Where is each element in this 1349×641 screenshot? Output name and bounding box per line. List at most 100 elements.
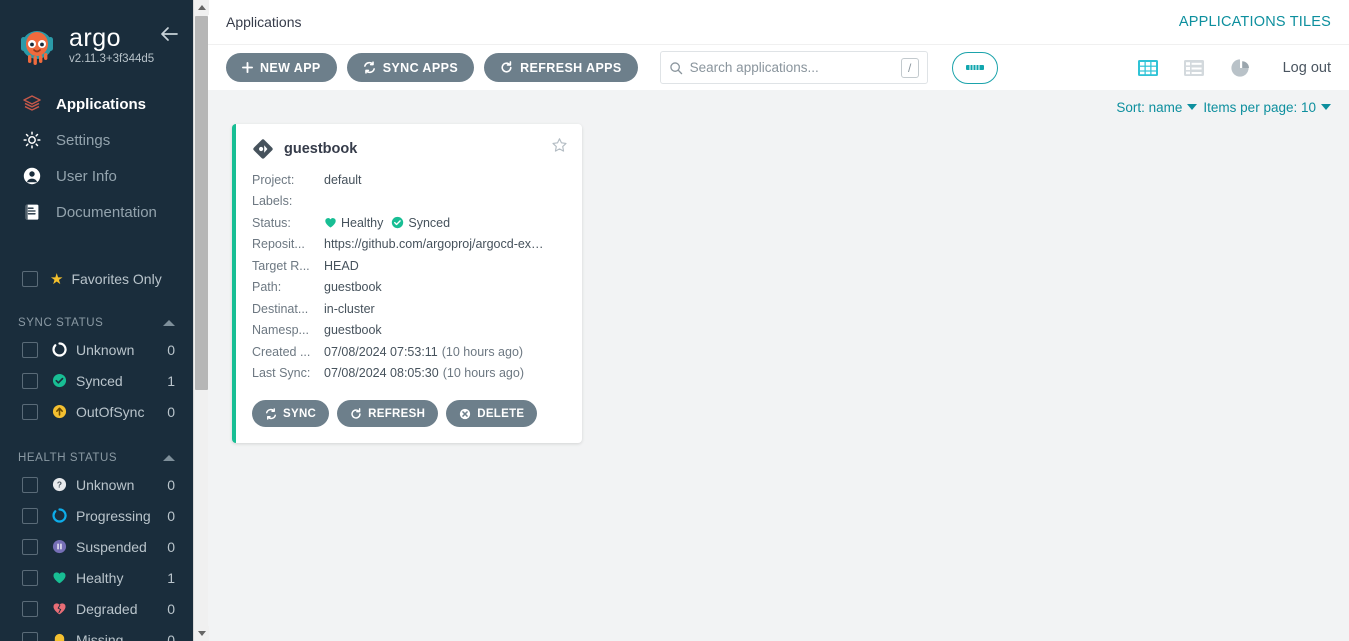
filter-sync-unknown[interactable]: Unknown 0 [0, 334, 193, 365]
sidebar-item-label: User Info [56, 167, 117, 185]
plus-icon [242, 62, 253, 73]
svg-text:?: ? [56, 480, 61, 490]
grid-view-icon[interactable] [1137, 57, 1159, 79]
heart-icon [50, 570, 68, 585]
favorites-only-checkbox[interactable] [22, 271, 38, 287]
filter-count: 0 [167, 507, 175, 524]
sync-status-section-header[interactable]: SYNC STATUS [0, 312, 193, 334]
filter-checkbox[interactable] [22, 507, 38, 524]
logout-button[interactable]: Log out [1283, 60, 1331, 76]
heart-icon [324, 216, 337, 229]
scrollbar-thumb[interactable] [195, 16, 208, 390]
field-value: guestbook [324, 323, 382, 338]
logo-area[interactable]: argo v2.11.3+3f344d5 [0, 0, 193, 78]
filter-checkbox[interactable] [22, 476, 38, 493]
sync-status-title: SYNC STATUS [18, 317, 104, 329]
star-outline-icon[interactable] [551, 137, 568, 154]
applications-tiles-label[interactable]: APPLICATIONS TILES [1179, 14, 1331, 30]
items-per-page-label: Items per page: 10 [1203, 99, 1316, 115]
field-value-relative: (10 hours ago) [442, 366, 525, 381]
filter-checkbox[interactable] [22, 600, 38, 617]
filter-health-unknown[interactable]: ? Unknown 0 [0, 469, 193, 500]
search-icon [669, 61, 683, 75]
filter-count: 0 [167, 341, 175, 358]
scroll-up-button[interactable] [194, 0, 209, 15]
refresh-apps-button[interactable]: REFRESH APPS [484, 53, 638, 82]
filter-count: 0 [167, 538, 175, 555]
filters-toggle-button[interactable] [951, 51, 998, 84]
health-status-section-header[interactable]: HEALTH STATUS [0, 447, 193, 469]
field-key: Labels: [252, 194, 293, 209]
filter-sync-outofsync[interactable]: OutOfSync 0 [0, 396, 193, 427]
filter-label: Missing [76, 631, 124, 641]
pie-chart-icon[interactable] [1229, 57, 1251, 79]
filter-health-suspended[interactable]: Suspended 0 [0, 531, 193, 562]
new-app-button[interactable]: NEW APP [226, 53, 337, 82]
filter-checkbox[interactable] [22, 341, 38, 358]
list-view-icon[interactable] [1183, 57, 1205, 79]
sync-apps-button[interactable]: SYNC APPS [346, 53, 475, 82]
check-circle-icon [50, 373, 68, 388]
filter-checkbox[interactable] [22, 403, 38, 420]
card-field-last-sync: Last Sync: 07/08/2024 08:05:30 (10 hours… [252, 363, 566, 385]
field-value: guestbook [324, 280, 382, 295]
filter-count: 0 [167, 631, 175, 641]
sync-status-text: Synced [408, 215, 451, 230]
application-name: guestbook [284, 141, 358, 157]
button-label: DELETE [477, 407, 525, 420]
items-per-page-dropdown[interactable]: Items per page: 10 [1203, 100, 1331, 115]
search-input[interactable] [689, 60, 901, 75]
application-card-guestbook[interactable]: guestbook Project: default Labels: Statu… [232, 124, 582, 443]
filter-count: 1 [167, 372, 175, 389]
sort-dropdown[interactable]: Sort: name [1116, 100, 1198, 115]
arrow-left-icon[interactable] [159, 26, 179, 42]
triangle-up-icon [197, 5, 206, 10]
refresh-icon [500, 61, 513, 74]
field-key: Reposit... [252, 237, 305, 252]
ghost-icon [50, 632, 68, 641]
field-key: Project: [252, 172, 295, 187]
card-delete-button[interactable]: DELETE [446, 400, 538, 427]
refresh-icon [350, 407, 362, 420]
field-value: default [324, 172, 362, 187]
sidebar-item-user-info[interactable]: User Info [0, 158, 193, 194]
filter-health-degraded[interactable]: Degraded 0 [0, 593, 193, 624]
sidebar-item-label: Settings [56, 131, 111, 149]
filter-checkbox[interactable] [22, 372, 38, 389]
search-box[interactable]: / [659, 51, 928, 84]
sidebar-item-documentation[interactable]: Documentation [0, 194, 193, 230]
filter-health-progressing[interactable]: Progressing 0 [0, 500, 193, 531]
gear-icon [22, 130, 48, 150]
field-key: Status: [252, 215, 291, 230]
card-field-status: Status: Healthy Synced [252, 212, 566, 234]
sort-and-pagination-bar: Sort: name Items per page: 10 [208, 90, 1349, 124]
filter-count: 0 [167, 403, 175, 420]
card-field-path: Path: guestbook [252, 277, 566, 299]
filter-sync-synced[interactable]: Synced 1 [0, 365, 193, 396]
sidebar-item-settings[interactable]: Settings [0, 122, 193, 158]
button-label: REFRESH [368, 407, 426, 420]
scroll-down-button[interactable] [194, 626, 209, 641]
card-refresh-button[interactable]: REFRESH [337, 400, 439, 427]
sidebar-item-label: Documentation [56, 203, 157, 221]
circle-notch-icon [50, 342, 68, 357]
filter-health-missing[interactable]: Missing 0 [0, 624, 193, 641]
chevron-up-icon [163, 455, 175, 461]
argo-octopus-logo-icon [14, 23, 60, 69]
card-sync-button[interactable]: SYNC [252, 400, 330, 427]
question-circle-icon: ? [50, 477, 68, 492]
field-key: Target R... [252, 258, 310, 273]
filter-checkbox[interactable] [22, 631, 38, 641]
sidebar-scrollbar[interactable] [193, 0, 209, 641]
filter-label: Unknown [76, 341, 135, 358]
filter-checkbox[interactable] [22, 538, 38, 555]
filter-checkbox[interactable] [22, 569, 38, 586]
sidebar-item-applications[interactable]: Applications [0, 86, 193, 122]
sliders-icon [965, 62, 985, 73]
filter-label: OutOfSync [76, 403, 145, 420]
field-key: Destinat... [252, 301, 309, 316]
filter-count: 0 [167, 600, 175, 617]
applications-tiles-container: guestbook Project: default Labels: Statu… [208, 124, 1349, 641]
favorites-only-filter[interactable]: ★ Favorites Only [0, 266, 193, 292]
filter-health-healthy[interactable]: Healthy 1 [0, 562, 193, 593]
